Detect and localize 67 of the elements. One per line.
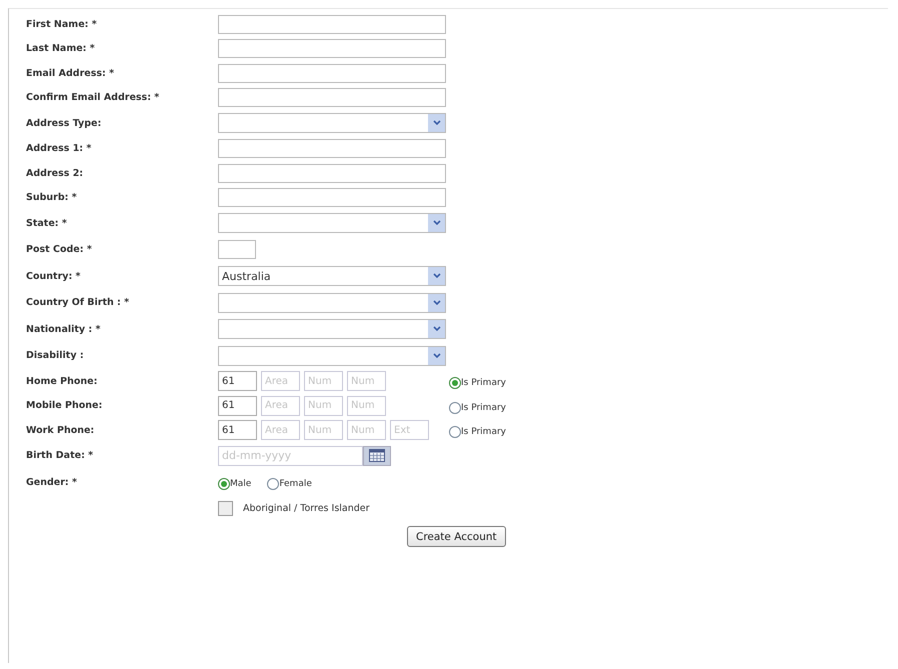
dropdown[interactable] — [218, 346, 446, 366]
field-label: Country: * — [26, 270, 81, 282]
checkbox[interactable] — [218, 501, 233, 516]
phone-field[interactable]: Num — [304, 396, 343, 416]
field-label: Confirm Email Address: * — [26, 92, 160, 104]
phone-field[interactable]: Num — [304, 371, 343, 392]
radio-label: Female — [279, 479, 312, 490]
text-field[interactable] — [218, 14, 446, 34]
field-label: State: * — [26, 218, 67, 229]
chevron-down-icon — [432, 326, 440, 332]
field-label: Post Code: * — [26, 244, 92, 256]
dropdown[interactable] — [218, 213, 446, 234]
dropdown[interactable] — [218, 319, 446, 340]
text-field[interactable] — [218, 164, 446, 183]
field-label: Address 2: — [26, 168, 84, 179]
text-field[interactable] — [218, 88, 446, 108]
radio-button[interactable] — [449, 377, 461, 390]
phone-field[interactable]: Num — [347, 371, 386, 392]
phone-field[interactable]: Area — [261, 420, 300, 440]
field-label: Birth Date: * — [26, 450, 94, 462]
field-label: Mobile Phone: — [26, 400, 102, 412]
text-field[interactable] — [218, 39, 446, 58]
field-label: Home Phone: — [26, 376, 98, 387]
field-label: Work Phone: — [26, 424, 94, 436]
dropdown[interactable]: Australia — [218, 266, 446, 286]
field-label: Last Name: * — [26, 43, 95, 54]
chevron-down-icon — [432, 300, 440, 306]
calendar-icon[interactable] — [363, 446, 391, 466]
chevron-down-icon — [432, 273, 440, 280]
dropdown[interactable] — [218, 113, 446, 134]
radio-label: Is Primary — [461, 427, 506, 438]
radio-button[interactable] — [449, 402, 461, 414]
phone-field[interactable]: 61 — [218, 396, 257, 416]
text-field[interactable] — [218, 139, 446, 158]
field-label: Disability : — [26, 350, 84, 362]
text-field[interactable] — [218, 64, 446, 83]
field-label: Address Type: — [26, 118, 102, 129]
create-account-button[interactable]: Create Account — [407, 526, 506, 547]
phone-field[interactable]: Num — [347, 420, 386, 440]
chevron-down-icon — [432, 220, 440, 226]
field-label: Email Address: * — [26, 68, 114, 79]
text-field[interactable] — [218, 240, 256, 260]
chevron-down-icon — [432, 352, 440, 359]
field-label: Suburb: * — [26, 192, 77, 204]
radio-button[interactable] — [267, 478, 280, 490]
text-field[interactable] — [218, 188, 446, 208]
phone-field[interactable]: 61 — [218, 420, 257, 440]
phone-field[interactable]: Num — [347, 396, 386, 416]
phone-field[interactable]: Area — [261, 371, 300, 392]
field-label: Country Of Birth : * — [26, 297, 130, 308]
dropdown[interactable] — [218, 292, 446, 313]
chevron-down-icon — [432, 120, 440, 126]
radio-label: Male — [230, 479, 252, 490]
field-label: Gender: * — [26, 476, 78, 488]
phone-field[interactable]: 61 — [218, 371, 257, 392]
field-label: Nationality : * — [26, 324, 100, 335]
date-field[interactable]: dd-mm-yyyy — [218, 446, 363, 466]
phone-field[interactable]: Area — [261, 396, 300, 416]
radio-label: Is Primary — [461, 402, 506, 413]
radio-button[interactable] — [449, 426, 461, 438]
phone-field[interactable]: Ext — [390, 420, 429, 440]
checkbox-label: Aboriginal / Torres Islander — [243, 503, 370, 514]
phone-field[interactable]: Num — [304, 420, 343, 440]
radio-label: Is Primary — [461, 378, 506, 388]
field-label: First Name: * — [26, 18, 97, 30]
radio-button[interactable] — [218, 478, 230, 490]
field-label: Address 1: * — [26, 143, 92, 154]
